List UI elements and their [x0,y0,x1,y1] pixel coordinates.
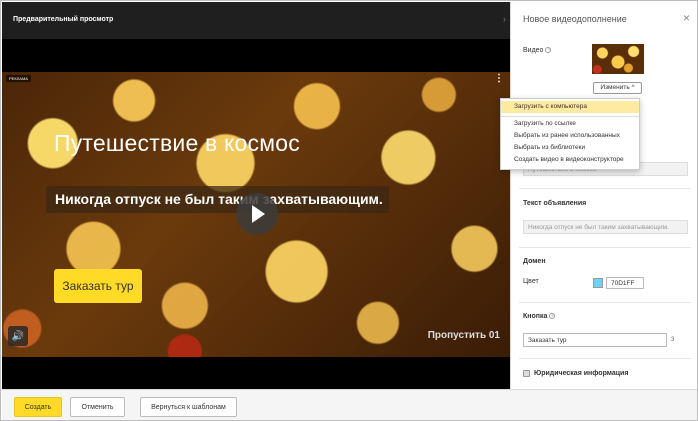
video-headline: Путешествие в космос [54,130,300,156]
video-player[interactable]: РЕКЛАМА ⋮ Путешествие в космос Никогда о… [2,72,510,357]
menu-item-choose-used[interactable]: Выбрать из ранее использованных [501,130,639,142]
create-button[interactable]: Создать [14,397,62,417]
cta-button[interactable]: Заказать тур [54,269,142,303]
character-counter: 3 [671,337,675,343]
preview-panel: Предварительный просмотр › РЕКЛАМА ⋮ Пут… [2,2,510,389]
back-to-templates-button[interactable]: Вернуться к шаблонам [140,397,237,417]
color-swatch[interactable] [593,278,603,288]
domain-label: Домен [523,258,546,265]
video-thumbnail [592,44,644,74]
legal-info-checkbox[interactable] [523,370,530,377]
more-options-icon[interactable]: ⋮ [494,74,504,84]
ad-badge: РЕКЛАМА [6,75,31,82]
play-button[interactable] [236,193,278,235]
menu-item-upload-link[interactable]: Загрузить по ссылке [501,118,639,130]
sound-icon[interactable]: 🔊 [8,326,28,346]
settings-panel: Новое видеодополнение × Видео? Изменить … [510,2,697,389]
preview-title: Предварительный просмотр [13,16,114,23]
change-button-label: Изменить [600,84,630,91]
divider [519,188,691,189]
skip-button[interactable]: Пропустить 01 [428,330,500,341]
menu-separator [501,116,639,117]
chevron-up-icon: ^ [631,84,635,91]
divider [519,247,691,248]
menu-item-upload-computer[interactable]: Загрузить с компьютера [501,101,639,113]
cancel-button[interactable]: Отменить [70,397,125,417]
footer: Создать Отменить Вернуться к шаблонам [2,389,697,420]
color-input[interactable]: 70D1FF [606,277,644,289]
video-label-text: Видео [523,47,544,54]
menu-item-create-video[interactable]: Создать видео в видеоконструкторе [501,154,639,166]
video-label: Видео? [523,47,552,54]
info-icon[interactable]: ? [545,47,552,53]
change-video-menu: Загрузить с компьютера Загрузить по ссыл… [500,98,640,170]
video-addition-window: Предварительный просмотр › РЕКЛАМА ⋮ Пут… [0,0,698,421]
close-icon[interactable]: × [683,11,690,25]
button-label: Кнопка? [523,313,556,320]
button-text-input[interactable]: Заказать тур [523,333,667,347]
preview-header: Предварительный просмотр › [2,2,510,39]
panel-title: Новое видеодополнение [523,14,627,24]
ad-text-input[interactable]: Никогда отпуск не был таким захватывающи… [523,220,688,234]
video-subline: Никогда отпуск не был таким захватывающи… [46,186,389,213]
menu-item-choose-library[interactable]: Выбрать из библиотеки [501,142,639,154]
divider [519,358,691,359]
info-icon[interactable]: ? [549,313,556,319]
change-video-button[interactable]: Изменить ^ [593,82,642,94]
button-label-text: Кнопка [523,313,548,320]
divider [519,302,691,303]
chevron-right-icon[interactable]: › [503,14,506,24]
color-label: Цвет [523,278,539,285]
ad-text-label: Текст объявления [523,200,587,207]
legal-info-label: Юридическая информация [534,370,629,377]
